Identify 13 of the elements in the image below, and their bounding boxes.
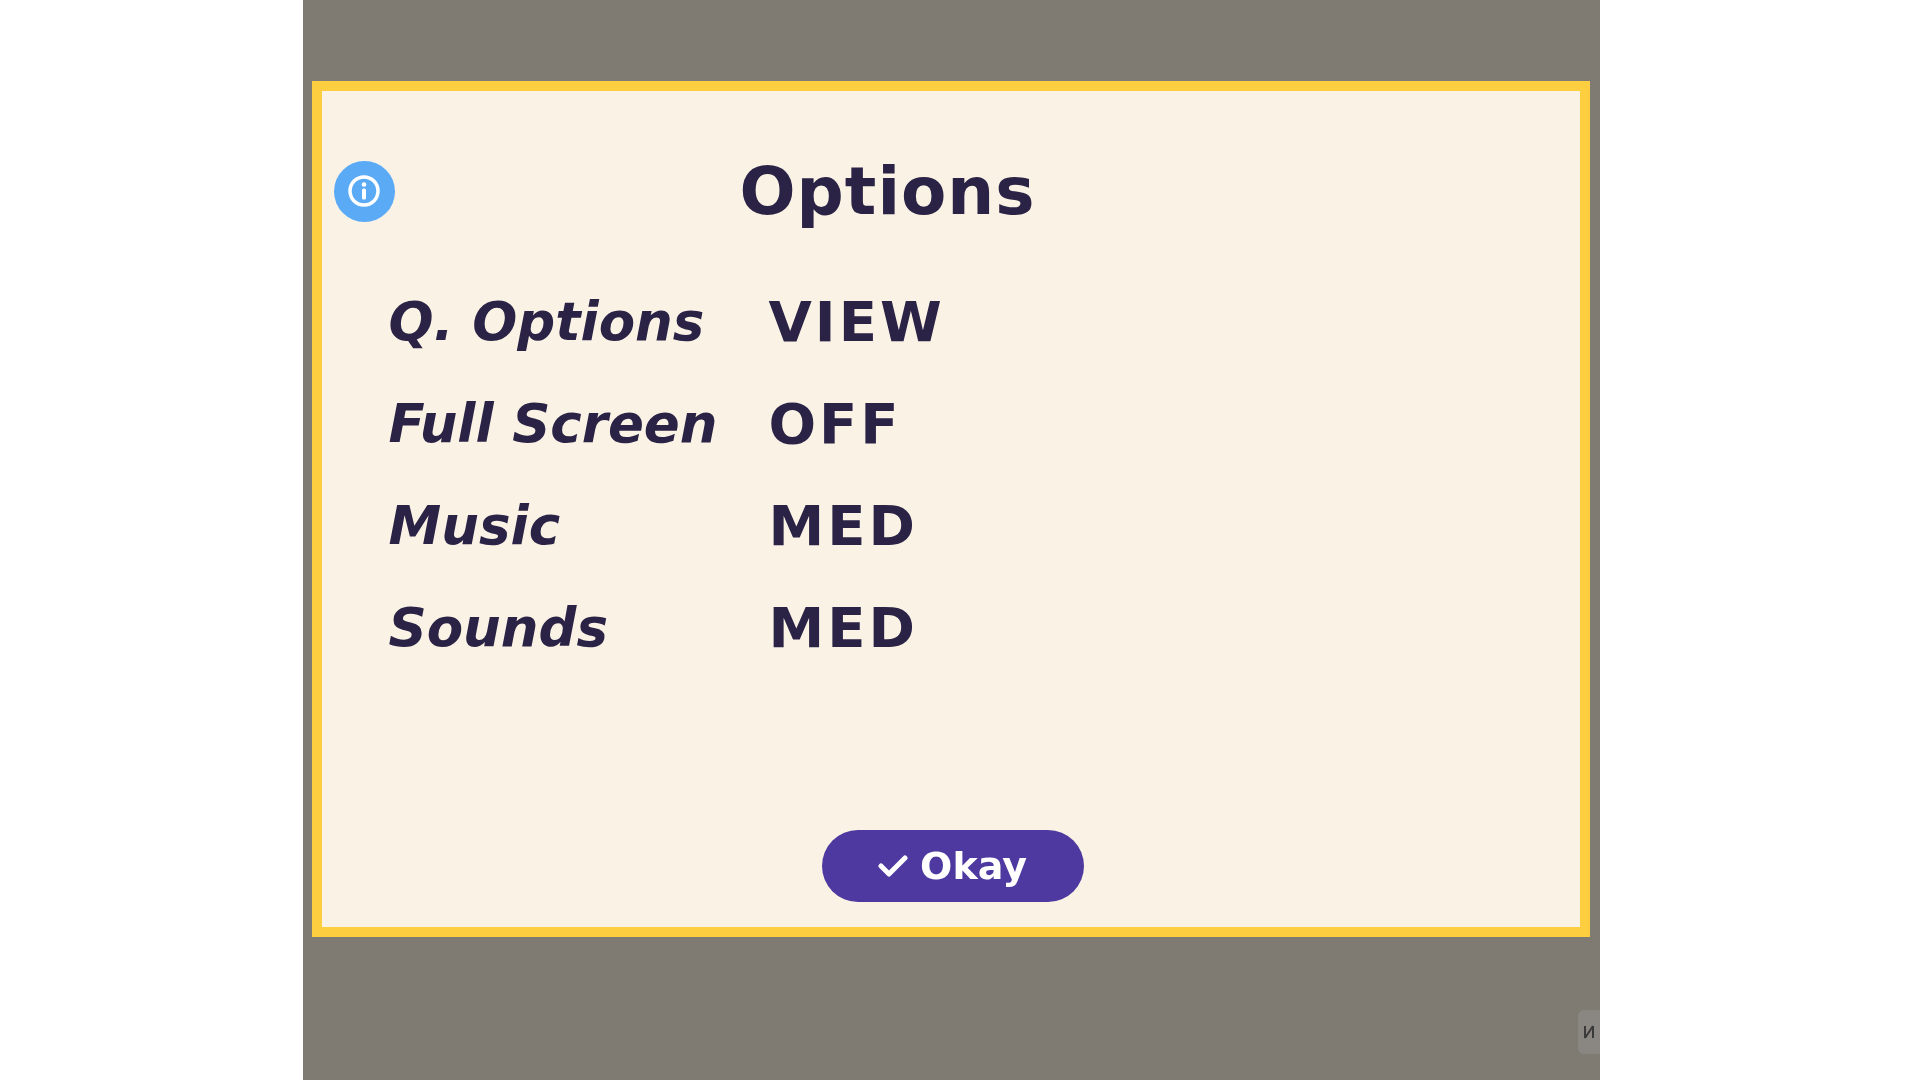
info-icon xyxy=(347,174,381,208)
setting-label: Music xyxy=(388,495,561,557)
setting-value[interactable]: MED xyxy=(768,495,918,557)
setting-label: Sounds xyxy=(388,597,609,659)
setting-value[interactable]: VIEW xyxy=(768,291,945,353)
side-handle[interactable] xyxy=(1577,1010,1600,1054)
setting-value[interactable]: OFF xyxy=(768,393,902,455)
setting-label: Full Screen xyxy=(388,393,718,455)
okay-button[interactable]: Okay xyxy=(821,830,1084,902)
setting-label: Q. Options xyxy=(388,291,705,353)
setting-value[interactable]: MED xyxy=(768,597,918,659)
dialog-title: Options xyxy=(739,152,1036,230)
checkmark-icon xyxy=(878,854,909,878)
